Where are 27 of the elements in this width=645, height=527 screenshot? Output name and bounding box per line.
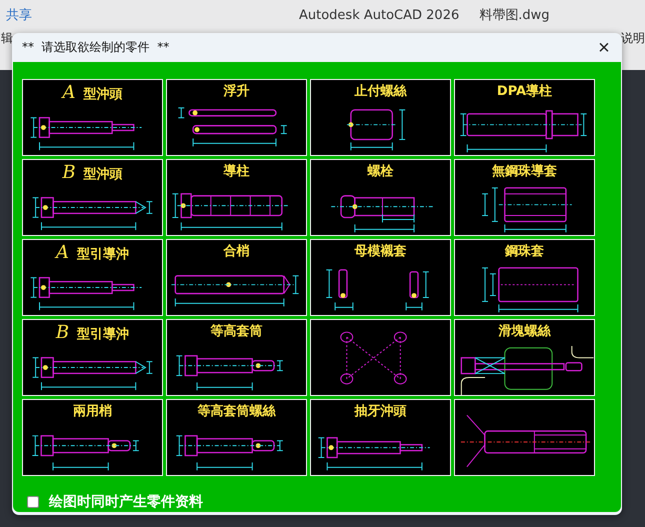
checkbox[interactable] <box>27 496 39 508</box>
part-button[interactable]: A 型引導沖 <box>22 239 163 316</box>
part-button[interactable]: 等高套筒螺絲 <box>166 399 307 476</box>
part-button[interactable]: 導柱 <box>166 159 307 236</box>
app-title: Autodesk AutoCAD 2026 <box>299 8 460 22</box>
document-name: 料帶图.dwg <box>479 7 550 24</box>
close-button[interactable]: × <box>590 34 618 60</box>
part-button[interactable]: A 型沖頭 <box>22 79 163 156</box>
part-button[interactable]: 鋼珠套 <box>454 239 595 316</box>
part-button[interactable]: 抽牙沖頭 <box>310 399 451 476</box>
part-button[interactable]: 螺栓 <box>310 159 451 236</box>
part-button[interactable]: DPA導柱 <box>454 79 595 156</box>
part-button[interactable]: 合梢 <box>166 239 307 316</box>
menu-item[interactable]: 说明 <box>621 30 645 47</box>
part-button[interactable]: 滑塊螺絲 <box>454 319 595 396</box>
part-button[interactable]: 無鋼珠導套 <box>454 159 595 236</box>
part-button[interactable]: B 型沖頭 <box>22 159 163 236</box>
dialog-title: ** 请选取欲绘制的零件 ** <box>22 39 170 56</box>
part-button[interactable]: 浮升 <box>166 79 307 156</box>
part-button[interactable]: 等高套筒 <box>166 319 307 396</box>
checkbox-label: 绘图时同时产生零件资料 <box>49 493 203 511</box>
share-button[interactable]: 共享 <box>2 6 36 24</box>
part-button[interactable]: B 型引導沖 <box>22 319 163 396</box>
part-button[interactable]: 兩用梢 <box>22 399 163 476</box>
part-button[interactable]: 止付螺絲 <box>310 79 451 156</box>
menu-item[interactable]: 辑 <box>1 30 13 47</box>
part-button[interactable]: 母模襯套 <box>310 239 451 316</box>
